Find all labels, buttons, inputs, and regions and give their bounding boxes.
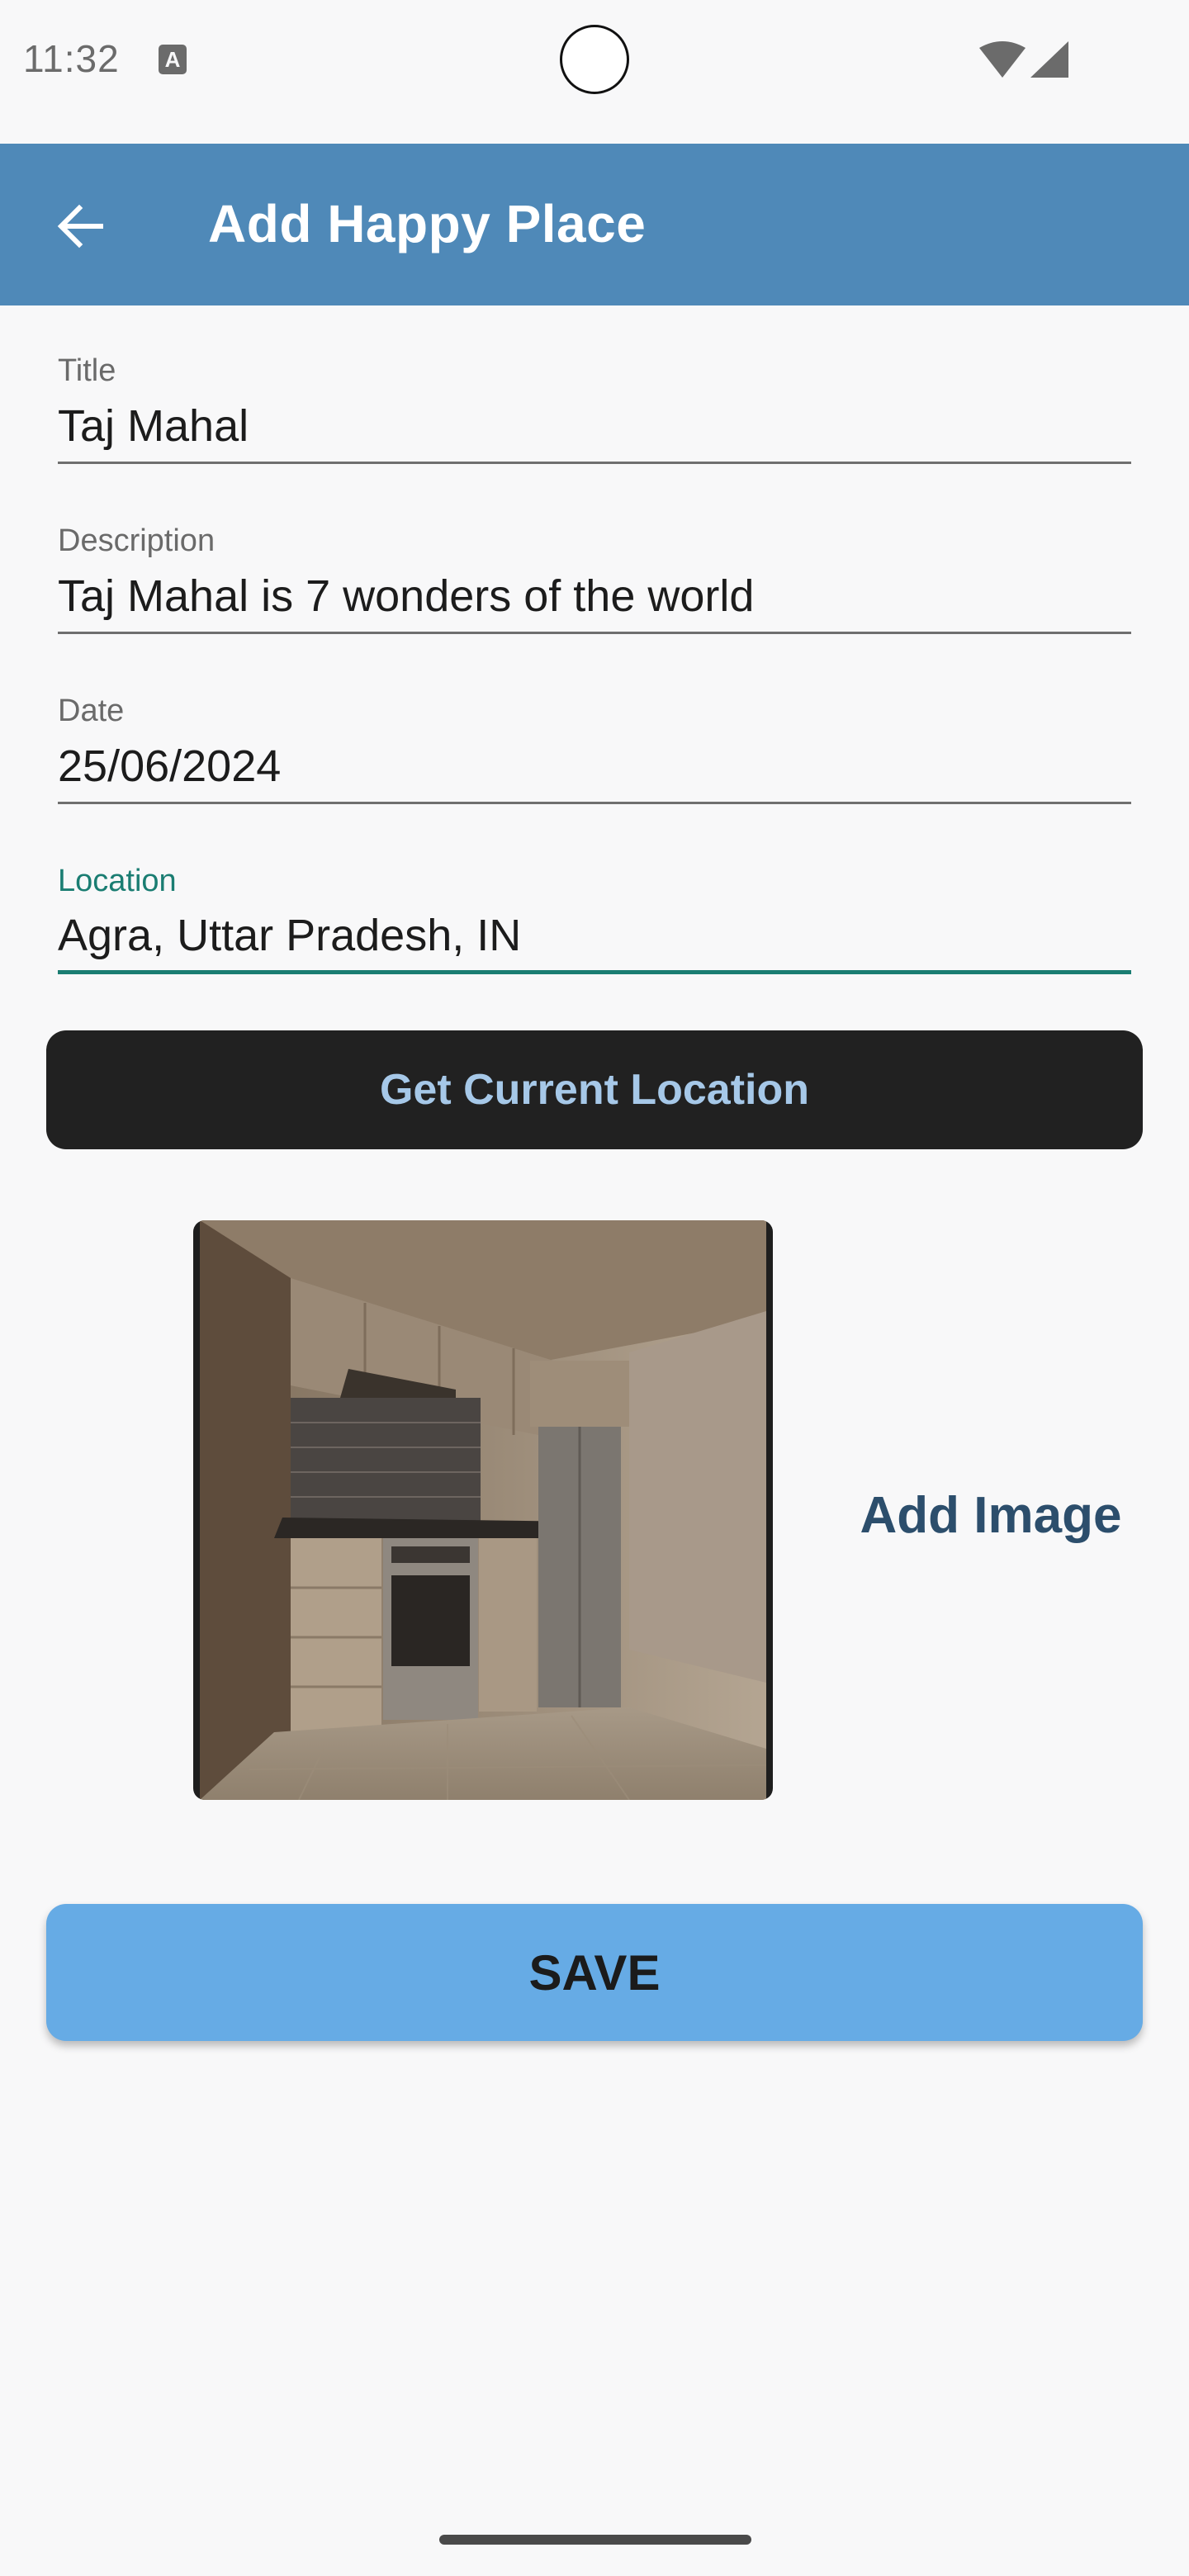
save-button[interactable]: SAVE [46,1904,1143,2041]
date-input[interactable] [58,735,1131,804]
signal-icon [1030,41,1068,78]
location-input[interactable] [58,905,1131,974]
status-time: 11:32 [23,37,120,80]
a-icon: A [159,45,187,74]
place-image [193,1220,773,1800]
wifi-icon [979,41,1026,78]
description-field: Description [58,523,1131,634]
get-current-location-button[interactable]: Get Current Location [46,1030,1143,1149]
app-bar: Add Happy Place [0,144,1189,305]
location-field: Location [58,864,1131,974]
title-field: Title [58,353,1131,464]
location-label: Location [58,864,177,898]
page-title: Add Happy Place [208,194,647,253]
title-label: Title [58,353,116,388]
kitchen-photo [200,1220,766,1800]
title-input[interactable] [58,395,1131,464]
description-label: Description [58,523,216,558]
description-input[interactable] [58,565,1131,634]
add-image-button[interactable]: Add Image [850,1486,1131,1545]
status-bar: 11:32 A [0,0,1189,144]
camera-cutout [560,25,629,94]
date-field: Date [58,694,1131,804]
date-label: Date [58,694,125,728]
arrow-back-icon[interactable] [51,197,111,256]
home-indicator[interactable] [439,2535,751,2545]
